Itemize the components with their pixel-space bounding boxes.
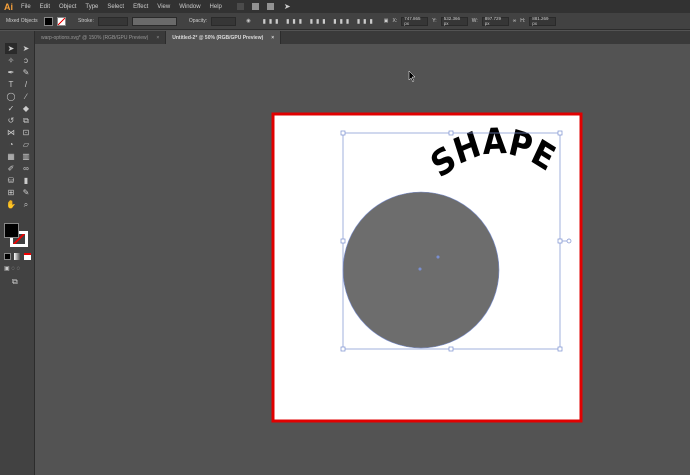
close-icon[interactable]: × xyxy=(271,35,274,41)
tab-untitled-2[interactable]: Untitled-2* @ 50% (RGB/GPU Preview) × xyxy=(166,31,282,44)
menu-type[interactable]: Type xyxy=(85,4,98,10)
graph-tool-icon[interactable]: ▮ xyxy=(20,175,32,186)
stock-icon[interactable] xyxy=(251,3,259,10)
opacity-label: Opacity: xyxy=(188,18,208,24)
h-field[interactable]: 881.269 px xyxy=(529,16,557,26)
menu-view[interactable]: View xyxy=(157,4,170,10)
y-label: Y: xyxy=(432,18,437,24)
menu-window[interactable]: Window xyxy=(179,4,200,10)
circle-shape[interactable] xyxy=(342,191,500,349)
artboard-tool-icon[interactable]: ⊞ xyxy=(5,187,17,198)
bridge-icon[interactable] xyxy=(236,3,244,10)
curvature-tool-icon[interactable]: ✎ xyxy=(20,67,32,78)
mouse-cursor-icon xyxy=(408,70,416,83)
selection-label: Mixed Objects xyxy=(6,18,38,24)
magic-wand-tool-icon[interactable]: ✧ xyxy=(5,55,17,66)
type-tool-icon[interactable]: T xyxy=(5,79,17,90)
menu-effect[interactable]: Effect xyxy=(133,4,148,10)
rotate-tool-icon[interactable]: ↺ xyxy=(5,115,17,126)
scale-tool-icon[interactable]: ⧉ xyxy=(20,115,32,126)
selection-tool-icon[interactable]: ➤ xyxy=(5,43,17,54)
tab-label: warp-options.svg* @ 150% (RGB/GPU Previe… xyxy=(41,34,149,41)
line-tool-icon[interactable]: / xyxy=(20,79,32,90)
ellipse-tool-icon[interactable]: ◯ xyxy=(5,91,17,102)
document-tabs: warp-options.svg* @ 150% (RGB/GPU Previe… xyxy=(35,31,690,44)
menu-edit[interactable]: Edit xyxy=(40,4,50,10)
x-field[interactable]: 747.865 px xyxy=(401,16,429,26)
eraser-tool-icon[interactable]: ◆ xyxy=(20,103,32,114)
align-icons[interactable]: ▮▮▮ ▮▮▮ ▮▮▮ ▮▮▮ ▮▮▮ xyxy=(263,18,376,25)
workspace-icon[interactable] xyxy=(266,3,274,10)
fill-stroke-widget[interactable] xyxy=(4,223,30,249)
fill-swatch[interactable] xyxy=(44,16,53,26)
symbol-sprayer-tool-icon[interactable]: ⛁ xyxy=(5,175,17,186)
stroke-weight-field[interactable] xyxy=(97,16,128,26)
w-field[interactable]: 897.729 px xyxy=(481,16,509,26)
style-field[interactable] xyxy=(131,16,177,26)
shaper-tool-icon[interactable]: ✓ xyxy=(5,103,17,114)
stroke-swatch[interactable] xyxy=(57,16,66,26)
link-icon[interactable]: ∞ xyxy=(513,18,517,24)
menu-bar: Ai File Edit Object Type Select Effect V… xyxy=(0,0,690,13)
tab-label: Untitled-2* @ 50% (RGB/GPU Preview) xyxy=(172,34,264,41)
pen-tool-icon[interactable]: ✒ xyxy=(5,67,17,78)
app-logo: Ai xyxy=(4,1,13,12)
gradient-tool-icon[interactable]: ▥ xyxy=(20,151,32,162)
menu-select[interactable]: Select xyxy=(107,4,124,10)
menu-object[interactable]: Object xyxy=(59,4,76,10)
selection-bounding-box[interactable] xyxy=(340,130,572,352)
free-transform-tool-icon[interactable]: ⊡ xyxy=(20,127,32,138)
lasso-tool-icon[interactable]: ↄ xyxy=(20,55,32,66)
width-tool-icon[interactable]: ⋈ xyxy=(5,127,17,138)
perspective-tool-icon[interactable]: ▱ xyxy=(20,139,32,150)
recolor-icon[interactable]: ◉ xyxy=(246,18,250,24)
x-label: X: xyxy=(392,18,398,24)
send-icon[interactable]: ➤ xyxy=(284,2,291,11)
control-bar: Mixed Objects Stroke: Opacity: ◉ ▮▮▮ ▮▮▮… xyxy=(0,13,690,30)
eyedropper-tool-icon[interactable]: ✐ xyxy=(5,163,17,174)
stroke-label: Stroke: xyxy=(78,18,94,24)
slice-tool-icon[interactable]: ✎ xyxy=(20,187,32,198)
direct-selection-tool-icon[interactable]: ➤ xyxy=(20,43,32,54)
menu-file[interactable]: File xyxy=(21,4,31,10)
y-field[interactable]: 532.366 px xyxy=(440,16,468,26)
w-label: W: xyxy=(471,18,478,24)
shape-builder-tool-icon[interactable]: ◔ xyxy=(5,139,17,150)
hand-tool-icon[interactable]: ✋ xyxy=(5,199,17,210)
zoom-tool-icon[interactable]: ⌕ xyxy=(20,199,32,210)
reference-point-icon[interactable]: ▣ xyxy=(384,18,389,24)
mesh-tool-icon[interactable]: ▦ xyxy=(5,151,17,162)
artboard[interactable] xyxy=(271,112,583,423)
close-icon[interactable]: × xyxy=(156,35,159,41)
draw-mode-buttons[interactable]: ▣ ◌ ◌ xyxy=(4,265,20,272)
tab-warp-options[interactable]: warp-options.svg* @ 150% (RGB/GPU Previe… xyxy=(35,31,167,44)
blend-tool-icon[interactable]: ∞ xyxy=(20,163,32,174)
h-label: H: xyxy=(520,18,526,24)
canvas[interactable]: SHAPES xyxy=(0,0,690,475)
opacity-field[interactable] xyxy=(211,16,237,26)
menu-help[interactable]: Help xyxy=(210,4,222,10)
paintbrush-tool-icon[interactable]: ∕ xyxy=(20,91,32,102)
tools-panel: ➤ ➤ ✧ ↄ ✒ ✎ T / ◯ ∕ ✓ ◆ ↺ ⧉ ⋈ ⊡ ◔ ▱ ▦ ▥ ✐ ∞ ⛁ ▮ ⊞ ✎ ✋ ⌕ ▣ ◌ ◌ ⧉ xyxy=(0,31,35,475)
color-mode-buttons[interactable] xyxy=(4,253,31,260)
screen-mode-button[interactable]: ⧉ xyxy=(12,277,18,287)
